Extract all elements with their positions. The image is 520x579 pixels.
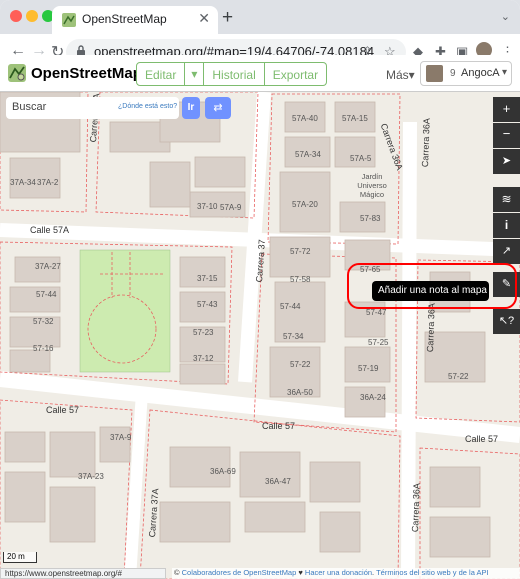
history-button[interactable]: Historial bbox=[204, 62, 265, 86]
house-number: 36A-50 bbox=[287, 388, 313, 397]
poi-label: Jardín Universo Mágico bbox=[357, 172, 387, 199]
house-number: 57-43 bbox=[197, 300, 218, 309]
more-menu-label: Más bbox=[386, 68, 409, 82]
tab-strip: OpenStreetMap ✕ + ⌄ bbox=[0, 0, 520, 34]
user-count-badge: 9 bbox=[450, 68, 456, 79]
search-go-button[interactable]: Ir bbox=[182, 97, 200, 119]
osm-logo-icon[interactable] bbox=[8, 64, 26, 82]
new-tab-icon[interactable]: + bbox=[222, 7, 233, 29]
user-menu-button[interactable]: 9 AngocA ▾ bbox=[420, 61, 512, 86]
map-view[interactable]: Calle 57A Calle 57 Calle 57 Calle 57 Car… bbox=[0, 92, 520, 579]
street-label: Calle 57 bbox=[262, 421, 296, 431]
street-label: Calle 57 bbox=[465, 434, 499, 444]
attribution-prefix: © bbox=[174, 568, 182, 577]
minimize-window-button[interactable] bbox=[26, 10, 38, 22]
house-number: 57A-9 bbox=[220, 203, 242, 212]
house-number: 37A-27 bbox=[35, 262, 61, 271]
house-number: 37A-34 bbox=[10, 178, 36, 187]
user-avatar bbox=[426, 65, 443, 82]
tab-close-icon[interactable]: ✕ bbox=[198, 10, 210, 27]
osm-favicon-icon bbox=[62, 13, 76, 27]
house-number: 57A-20 bbox=[292, 200, 318, 209]
terms-link[interactable]: Términos del sitio web y de la API bbox=[376, 568, 489, 577]
street-label: Carrera 36A bbox=[425, 302, 437, 353]
street-label: Carrera 36A bbox=[420, 117, 432, 168]
street-label: Carrera 36A bbox=[410, 482, 422, 533]
edit-button-group: Editar ▾ Historial Exportar bbox=[136, 62, 328, 86]
house-number: 37A-9 bbox=[110, 433, 132, 442]
add-note-tooltip: Añadir una nota al mapa bbox=[372, 281, 489, 301]
export-button[interactable]: Exportar bbox=[264, 62, 328, 86]
directions-icon[interactable]: ⇄ bbox=[205, 97, 231, 119]
edit-dropdown-icon[interactable]: ▾ bbox=[185, 62, 205, 86]
tab-title: OpenStreetMap bbox=[82, 12, 167, 26]
close-window-button[interactable] bbox=[10, 10, 22, 22]
map-attribution: © Colaboradores de OpenStreetMap ♥ Hacer… bbox=[172, 568, 520, 579]
house-number: 57-23 bbox=[193, 328, 214, 337]
scale-bar: 20 m bbox=[3, 552, 37, 563]
house-number: 37A-23 bbox=[78, 472, 104, 481]
tab-search-icon[interactable]: ⌄ bbox=[501, 10, 510, 23]
zoom-in-icon[interactable]: + bbox=[493, 97, 520, 122]
layers-icon[interactable]: ≋ bbox=[493, 187, 520, 212]
user-chevron-down-icon: ▾ bbox=[502, 67, 508, 78]
query-features-icon[interactable]: ↖? bbox=[493, 309, 520, 334]
donate-link[interactable]: Hacer una donación bbox=[305, 568, 372, 577]
house-number: 57-16 bbox=[33, 344, 54, 353]
share-map-icon[interactable]: ↗ bbox=[493, 239, 520, 264]
house-number: 57-44 bbox=[36, 290, 57, 299]
house-number: 37-15 bbox=[197, 274, 218, 283]
house-number: 57-22 bbox=[448, 372, 469, 381]
house-number: 37A-2 bbox=[37, 178, 59, 187]
info-icon[interactable]: i bbox=[493, 213, 520, 238]
osm-header: OpenStreetMap Editar ▾ Historial Exporta… bbox=[0, 55, 520, 92]
house-number: 57-19 bbox=[358, 364, 379, 373]
more-menu[interactable]: Más▾ bbox=[386, 68, 415, 82]
house-number: 36A-47 bbox=[265, 477, 291, 486]
search-input[interactable]: Buscar bbox=[12, 101, 46, 113]
browser-tab[interactable]: OpenStreetMap ✕ bbox=[52, 6, 218, 34]
where-is-this-link[interactable]: ¿Dónde está esto? bbox=[118, 103, 177, 110]
house-number: 57-47 bbox=[366, 308, 387, 317]
house-number: 57-25 bbox=[368, 338, 389, 347]
house-number: 57A-15 bbox=[342, 114, 368, 123]
house-number: 36A-24 bbox=[360, 393, 386, 402]
edit-button[interactable]: Editar bbox=[136, 62, 186, 86]
house-number: 57-22 bbox=[290, 360, 311, 369]
geolocate-icon[interactable]: ➤ bbox=[493, 149, 520, 174]
map-canvas bbox=[0, 92, 520, 579]
house-number: 37-12 bbox=[193, 354, 214, 363]
house-number: 57A-5 bbox=[350, 154, 372, 163]
house-number: 57-32 bbox=[33, 317, 54, 326]
house-number: 57-44 bbox=[280, 302, 301, 311]
house-number: 57-58 bbox=[290, 275, 311, 284]
zoom-out-icon[interactable]: − bbox=[493, 123, 520, 148]
osm-brand[interactable]: OpenStreetMap bbox=[31, 65, 142, 82]
search-field[interactable]: Buscar ¿Dónde está esto? bbox=[6, 97, 179, 119]
house-number: 57A-40 bbox=[292, 114, 318, 123]
house-number: 36A-69 bbox=[210, 467, 236, 476]
attribution-heart: ♥ bbox=[296, 568, 305, 577]
house-number: 57-72 bbox=[290, 247, 311, 256]
street-label: Calle 57A bbox=[30, 225, 70, 235]
house-number: 37-10 bbox=[197, 202, 218, 211]
username: AngocA bbox=[461, 67, 500, 79]
status-url: https://www.openstreetmap.org/# bbox=[0, 568, 166, 579]
house-number: 57-83 bbox=[360, 214, 381, 223]
browser-window: OpenStreetMap ✕ + ⌄ ← → ↻ openstreetmap.… bbox=[0, 0, 520, 579]
house-number: 57-34 bbox=[283, 332, 304, 341]
street-label: Calle 57 bbox=[46, 405, 80, 415]
house-number: 57A-34 bbox=[295, 150, 321, 159]
attribution-contributors-link[interactable]: Colaboradores de OpenStreetMap bbox=[182, 568, 297, 577]
